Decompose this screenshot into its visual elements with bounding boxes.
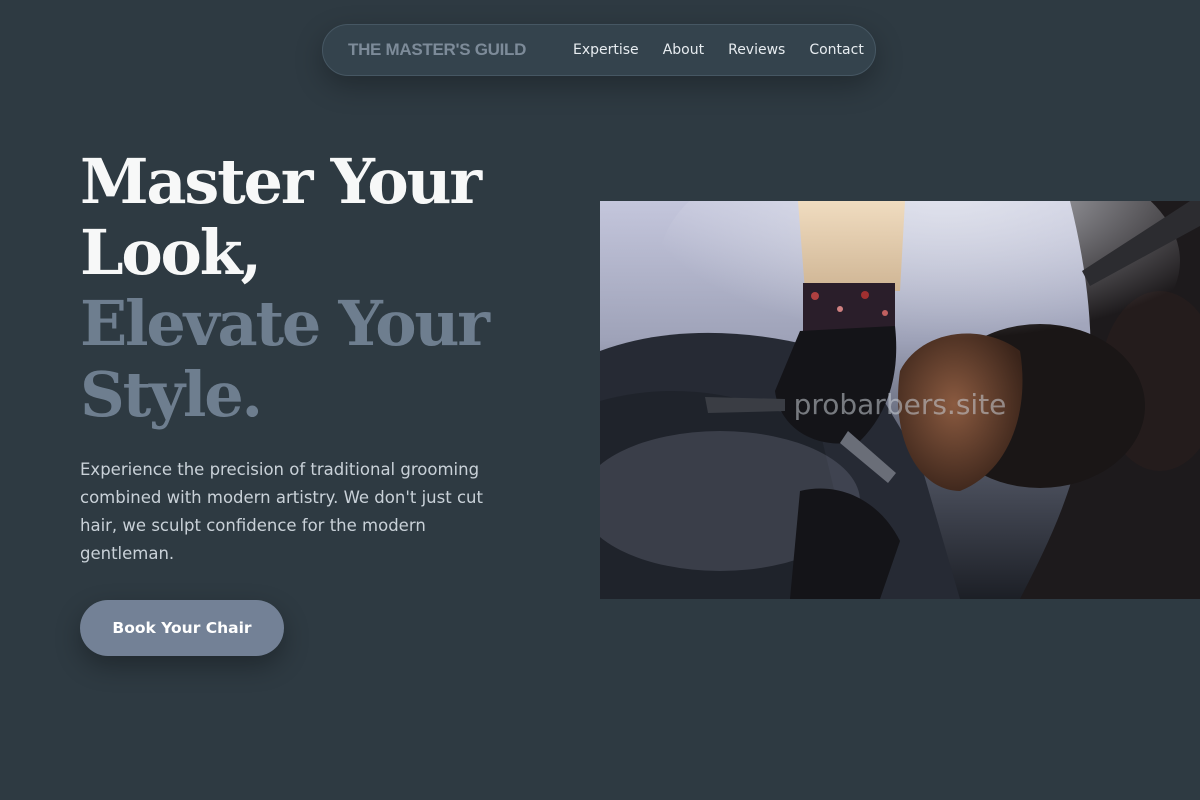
barber-shave-photo	[600, 201, 1200, 599]
nav-links: Expertise About Reviews Contact	[573, 42, 864, 58]
nav-link-about[interactable]: About	[663, 42, 704, 58]
book-chair-button[interactable]: Book Your Chair	[80, 600, 284, 656]
nav-link-reviews[interactable]: Reviews	[728, 42, 785, 58]
hero-headline: Master Your Look, Elevate Your Style.	[80, 145, 490, 431]
hero-image: probarbers.site	[600, 201, 1200, 599]
hero-description: Experience the precision of traditional …	[80, 460, 483, 563]
headline-line-3: Elevate Your	[80, 287, 490, 360]
headline-line-1: Master Your	[80, 145, 482, 218]
brand-logo[interactable]: THE MASTER'S GUILD	[348, 40, 526, 60]
headline-line-2: Look,	[80, 216, 262, 289]
top-nav: THE MASTER'S GUILD Expertise About Revie…	[322, 24, 876, 76]
nav-link-expertise[interactable]: Expertise	[573, 42, 639, 58]
nav-link-contact[interactable]: Contact	[809, 42, 863, 58]
page: THE MASTER'S GUILD Expertise About Revie…	[0, 0, 1200, 800]
headline-line-4: Style.	[80, 358, 263, 431]
